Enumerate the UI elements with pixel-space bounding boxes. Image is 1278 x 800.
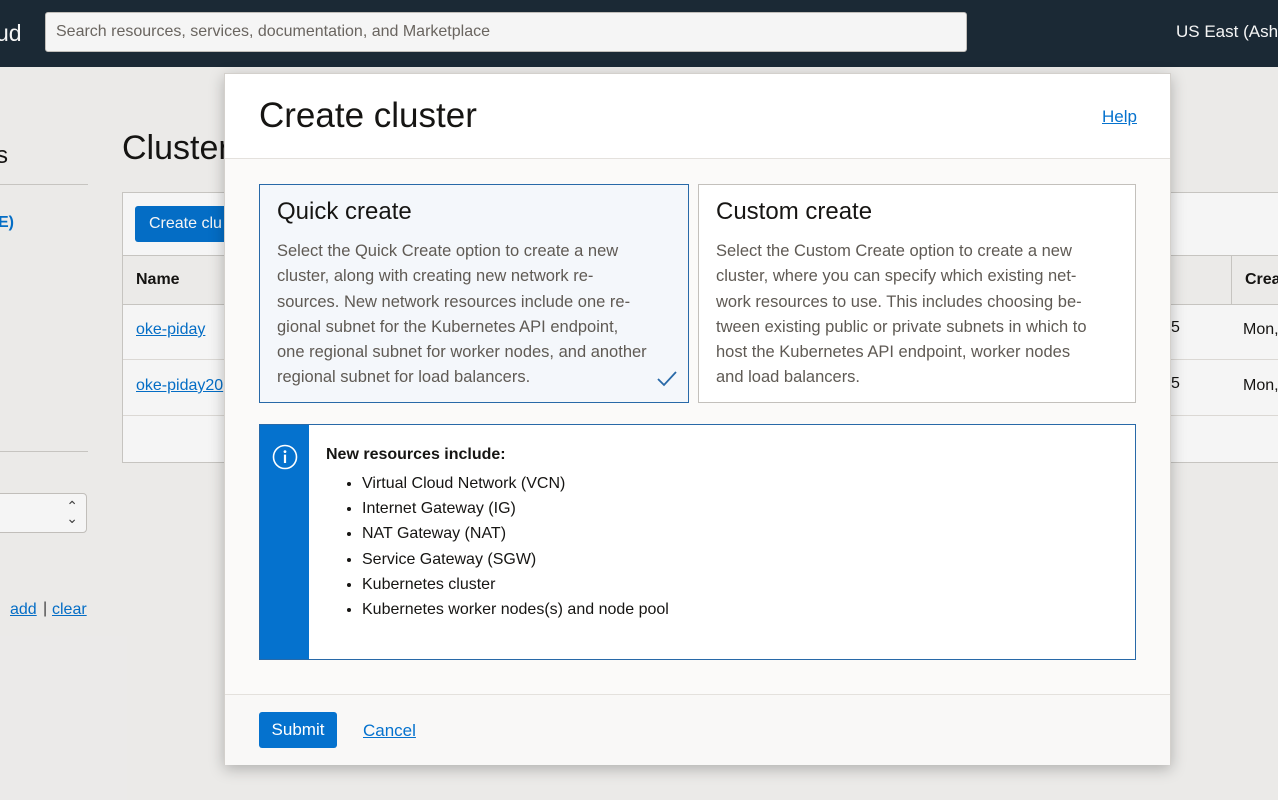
resource-list: Virtual Cloud Network (VCN) Internet Gat…: [344, 471, 669, 622]
option-description: Select the Custom Create option to creat…: [716, 242, 1087, 387]
list-item: Kubernetes worker nodes(s) and node pool: [362, 597, 669, 622]
dialog-header: Create cluster Help: [225, 74, 1170, 159]
list-item: Internet Gateway (IG): [362, 496, 669, 521]
quick-create-option[interactable]: Quick create Select the Quick Create opt…: [259, 184, 689, 403]
cancel-link[interactable]: Cancel: [363, 721, 416, 741]
checkmark-icon: [657, 371, 677, 387]
info-panel: New resources include: Virtual Cloud Net…: [259, 424, 1136, 660]
info-heading: New resources include:: [326, 446, 506, 463]
dialog-title: Create cluster: [259, 96, 477, 135]
list-item: NAT Gateway (NAT): [362, 521, 669, 546]
submit-button[interactable]: Submit: [259, 712, 337, 748]
dialog-footer: Submit Cancel: [225, 694, 1170, 765]
list-item: Virtual Cloud Network (VCN): [362, 471, 669, 496]
help-link[interactable]: Help: [1102, 107, 1137, 127]
option-description: Select the Quick Create option to create…: [277, 242, 647, 387]
custom-create-option[interactable]: Custom create Select the Custom Create o…: [698, 184, 1136, 403]
option-title: Quick create: [277, 198, 412, 225]
list-item: Service Gateway (SGW): [362, 547, 669, 572]
create-cluster-dialog: Create cluster Help Quick create Select …: [224, 73, 1171, 765]
list-item: Kubernetes cluster: [362, 572, 669, 597]
info-accent-bar: [260, 425, 309, 659]
info-icon: [272, 444, 298, 470]
option-title: Custom create: [716, 198, 873, 225]
dialog-body: Quick create Select the Quick Create opt…: [225, 159, 1170, 694]
